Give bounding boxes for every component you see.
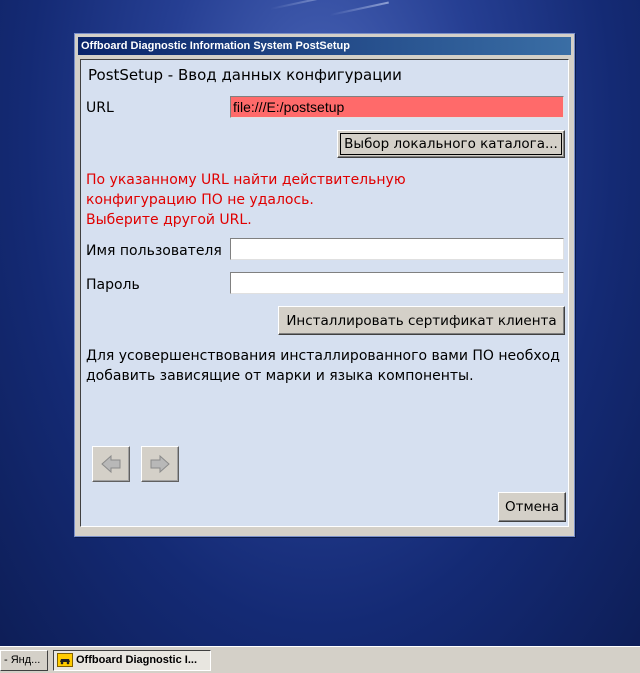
page-title: PostSetup - Ввод данных конфигурации — [88, 66, 402, 84]
username-input[interactable] — [230, 238, 564, 260]
car-diagnostic-icon — [57, 653, 73, 667]
taskbar-item-label: Offboard Diagnostic I... — [76, 654, 198, 666]
url-input[interactable] — [230, 96, 564, 118]
error-line: По указанному URL найти действительную — [86, 172, 406, 188]
info-line: Для усовершенствования инсталлированного… — [86, 348, 560, 364]
arrow-right-icon — [150, 454, 170, 474]
postsetup-window: Offboard Diagnostic Information System P… — [74, 33, 575, 537]
taskbar-item-postsetup[interactable]: Offboard Diagnostic I... — [53, 650, 211, 671]
taskbar-item-browser[interactable]: - Янд... — [0, 650, 48, 671]
password-input[interactable] — [230, 272, 564, 294]
taskbar: - Янд... Offboard Diagnostic I... — [0, 646, 640, 673]
star-streak — [329, 1, 389, 16]
password-label: Пароль — [86, 277, 140, 293]
window-title: Offboard Diagnostic Information System P… — [78, 37, 571, 55]
error-line: конфигурацию ПО не удалось. — [86, 192, 314, 208]
url-label: URL — [86, 100, 114, 116]
cancel-button[interactable]: Отмена — [498, 492, 566, 522]
forward-button[interactable] — [141, 446, 179, 482]
info-line: добавить зависящие от марки и языка комп… — [86, 368, 474, 384]
error-line: Выберите другой URL. — [86, 212, 252, 228]
back-button[interactable] — [92, 446, 130, 482]
info-text: Для усовершенствования инсталлированного… — [86, 346, 576, 386]
username-label: Имя пользователя — [86, 243, 222, 259]
arrow-left-icon — [101, 454, 121, 474]
content-panel: PostSetup - Ввод данных конфигурации URL… — [80, 59, 569, 527]
install-certificate-button[interactable]: Инсталлировать сертификат клиента — [278, 306, 565, 335]
browse-local-folder-button[interactable]: Выбор локального каталога... — [337, 130, 565, 158]
error-message: По указанному URL найти действительную к… — [86, 170, 406, 230]
